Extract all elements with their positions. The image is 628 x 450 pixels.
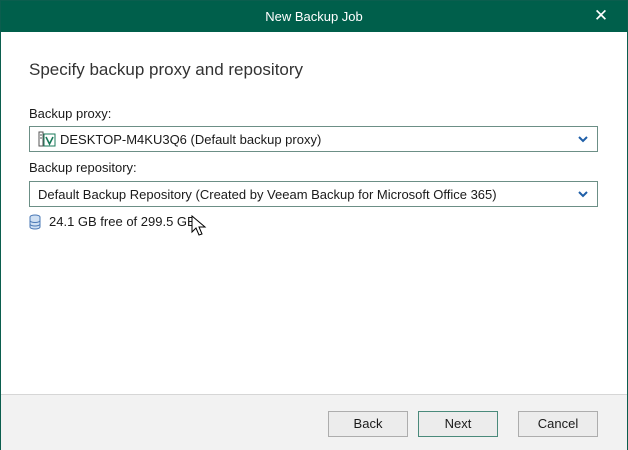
- backup-proxy-label: Backup proxy:: [29, 106, 112, 121]
- new-backup-job-window: New Backup Job ✕ Specify backup proxy an…: [0, 0, 628, 450]
- backup-repository-dropdown[interactable]: Default Backup Repository (Created by Ve…: [29, 181, 598, 207]
- title-bar: New Backup Job ✕: [1, 1, 627, 32]
- backup-proxy-dropdown[interactable]: DESKTOP-M4KU3Q6 (Default backup proxy): [29, 126, 598, 152]
- chevron-down-icon[interactable]: [577, 187, 589, 201]
- window-title: New Backup Job: [265, 9, 363, 24]
- database-icon: [29, 214, 41, 230]
- next-button[interactable]: Next: [418, 411, 498, 437]
- free-space-text: 24.1 GB free of 299.5 GB: [49, 214, 196, 229]
- mouse-pointer-icon: [191, 215, 207, 236]
- page-heading: Specify backup proxy and repository: [29, 60, 304, 79]
- backup-repository-label: Backup repository:: [29, 160, 137, 175]
- backup-repository-value: Default Backup Repository (Created by Ve…: [38, 187, 497, 202]
- backup-proxy-value: DESKTOP-M4KU3Q6 (Default backup proxy): [60, 132, 322, 147]
- cancel-button[interactable]: Cancel: [518, 411, 598, 437]
- back-button[interactable]: Back: [328, 411, 408, 437]
- chevron-down-icon[interactable]: [577, 132, 589, 146]
- close-icon[interactable]: ✕: [591, 6, 611, 26]
- server-proxy-icon: [38, 131, 56, 147]
